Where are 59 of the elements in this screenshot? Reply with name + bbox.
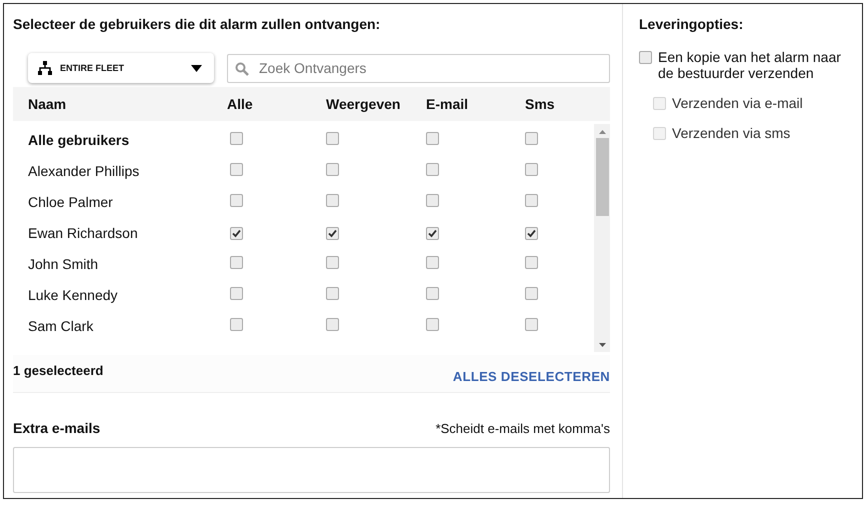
user-name: Chloe Palmer bbox=[28, 194, 113, 210]
column-header: Sms bbox=[525, 96, 556, 112]
checkbox[interactable] bbox=[426, 163, 439, 176]
user-name: Alexander Phillips bbox=[28, 162, 140, 178]
checkbox[interactable] bbox=[326, 287, 339, 300]
checkbox[interactable] bbox=[426, 194, 439, 207]
user-name: John Smith bbox=[28, 256, 98, 272]
scroll-down-icon[interactable] bbox=[598, 343, 606, 347]
checkbox[interactable] bbox=[326, 194, 339, 207]
fleet-dropdown[interactable]: ENTIRE FLEET bbox=[28, 53, 214, 83]
checkbox[interactable] bbox=[230, 256, 243, 269]
section-title: Selecteer de gebruikers die dit alarm zullen ontvangen: bbox=[13, 16, 382, 32]
column-header: Naam bbox=[28, 96, 68, 112]
checkbox[interactable] bbox=[426, 287, 439, 300]
option-label: Verzenden via sms bbox=[672, 125, 790, 141]
checkbox[interactable] bbox=[525, 194, 538, 207]
option-label: Een kopie van het alarm naar de bestuurder verzenden bbox=[658, 49, 842, 81]
checkbox[interactable] bbox=[326, 226, 339, 240]
hint-text: *Scheidt e-mails met komma's bbox=[436, 420, 610, 436]
option-label: Verzenden via e-mail bbox=[672, 95, 803, 111]
deselect-all-link[interactable]: ALLES DESELECTEREN bbox=[452, 369, 610, 384]
checkbox[interactable] bbox=[230, 132, 243, 145]
checkbox[interactable] bbox=[326, 132, 339, 145]
checkbox[interactable] bbox=[230, 318, 243, 331]
checkbox[interactable] bbox=[230, 226, 243, 240]
hierarchy-icon bbox=[38, 61, 52, 75]
checkbox[interactable] bbox=[525, 318, 538, 331]
column-header: E-mail bbox=[426, 96, 470, 112]
checkbox[interactable] bbox=[230, 194, 243, 207]
checkbox[interactable] bbox=[426, 226, 439, 240]
user-name: Luke Kennedy bbox=[28, 286, 118, 302]
checkbox[interactable] bbox=[426, 318, 439, 331]
column-header: Weergeven bbox=[326, 96, 402, 112]
checkbox[interactable] bbox=[525, 132, 538, 145]
checkbox[interactable] bbox=[326, 318, 339, 331]
user-name: Ewan Richardson bbox=[28, 224, 138, 240]
checkbox[interactable] bbox=[230, 287, 243, 300]
selected-count: 1 geselecteerd bbox=[13, 363, 104, 378]
checkbox[interactable] bbox=[525, 287, 538, 300]
scrollbar-thumb[interactable] bbox=[596, 138, 608, 216]
caret-icon bbox=[191, 64, 202, 72]
search-icon bbox=[235, 62, 249, 76]
delivery-title: Leveringopties: bbox=[639, 16, 744, 32]
checkbox[interactable] bbox=[525, 256, 538, 269]
user-name: Alle gebruikers bbox=[28, 132, 130, 148]
column-header: Alle bbox=[227, 96, 254, 112]
checkbox[interactable] bbox=[639, 51, 652, 64]
checkbox[interactable] bbox=[426, 132, 439, 145]
checkbox[interactable] bbox=[426, 256, 439, 269]
checkbox[interactable] bbox=[525, 226, 538, 240]
checkbox[interactable] bbox=[326, 256, 339, 269]
checkbox[interactable] bbox=[525, 163, 538, 176]
search-field[interactable]: Zoek Ontvangers bbox=[227, 54, 610, 82]
checkbox[interactable] bbox=[230, 163, 243, 176]
checkbox[interactable] bbox=[326, 163, 339, 176]
scroll-up-icon[interactable] bbox=[598, 130, 606, 134]
extra-emails-label: Extra e-mails bbox=[13, 420, 100, 436]
user-name: Sam Clark bbox=[28, 318, 94, 334]
extra-emails-field[interactable] bbox=[13, 447, 610, 493]
